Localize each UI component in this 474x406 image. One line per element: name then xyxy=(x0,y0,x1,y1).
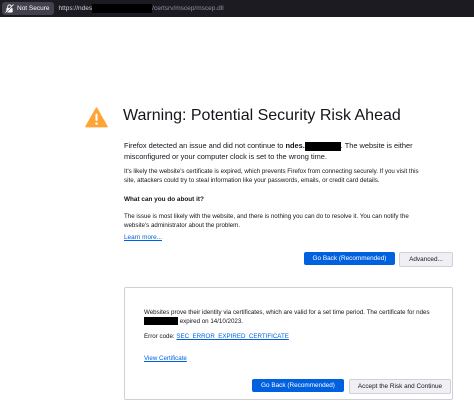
intro-text: Firefox detected an issue and did not co… xyxy=(124,141,413,161)
broken-lock-icon xyxy=(5,4,14,13)
host-name: ndes. xyxy=(285,141,305,150)
host-redaction xyxy=(304,141,341,151)
not-secure-indicator[interactable]: Not Secure xyxy=(2,2,54,15)
advanced-button[interactable]: Advanced... xyxy=(399,252,453,267)
url-suffix: /certsrv/mscep/mscep.dll xyxy=(152,5,224,12)
advanced-panel: Websites prove their identity via certif… xyxy=(124,287,453,400)
error-code-link[interactable]: SEC_ERROR_EXPIRED_CERTIFICATE xyxy=(176,333,289,340)
accept-risk-button[interactable]: Accept the Risk and Continue xyxy=(349,379,451,394)
warning-triangle-icon xyxy=(85,107,108,128)
url-redaction xyxy=(92,4,153,13)
error-code-line: Error code: SEC_ERROR_EXPIRED_CERTIFICAT… xyxy=(144,333,289,340)
go-back-button[interactable]: Go Back (Recommended) xyxy=(304,252,395,265)
url-text[interactable]: https://ndes /certsrv/mscep/mscep.dll xyxy=(59,4,224,13)
detail-text: It's likely the website's certificate is… xyxy=(124,168,419,184)
view-certificate-link[interactable]: View Certificate xyxy=(144,354,434,363)
learn-more-link[interactable]: Learn more... xyxy=(124,234,424,241)
url-prefix: https://ndes xyxy=(58,5,93,12)
go-back-button-panel[interactable]: Go Back (Recommended) xyxy=(252,379,344,392)
certificate-info-text: Websites prove their identity via certif… xyxy=(144,309,430,326)
advice-text: The issue is most likely with the websit… xyxy=(124,213,409,229)
page-title: Warning: Potential Security Risk Ahead xyxy=(123,107,401,124)
not-secure-label: Not Secure xyxy=(17,5,50,12)
address-bar[interactable]: Not Secure https://ndes /certsrv/mscep/m… xyxy=(0,0,474,17)
what-to-do-heading: What can you do about it? xyxy=(124,196,204,203)
cert-host-redaction xyxy=(144,317,178,326)
